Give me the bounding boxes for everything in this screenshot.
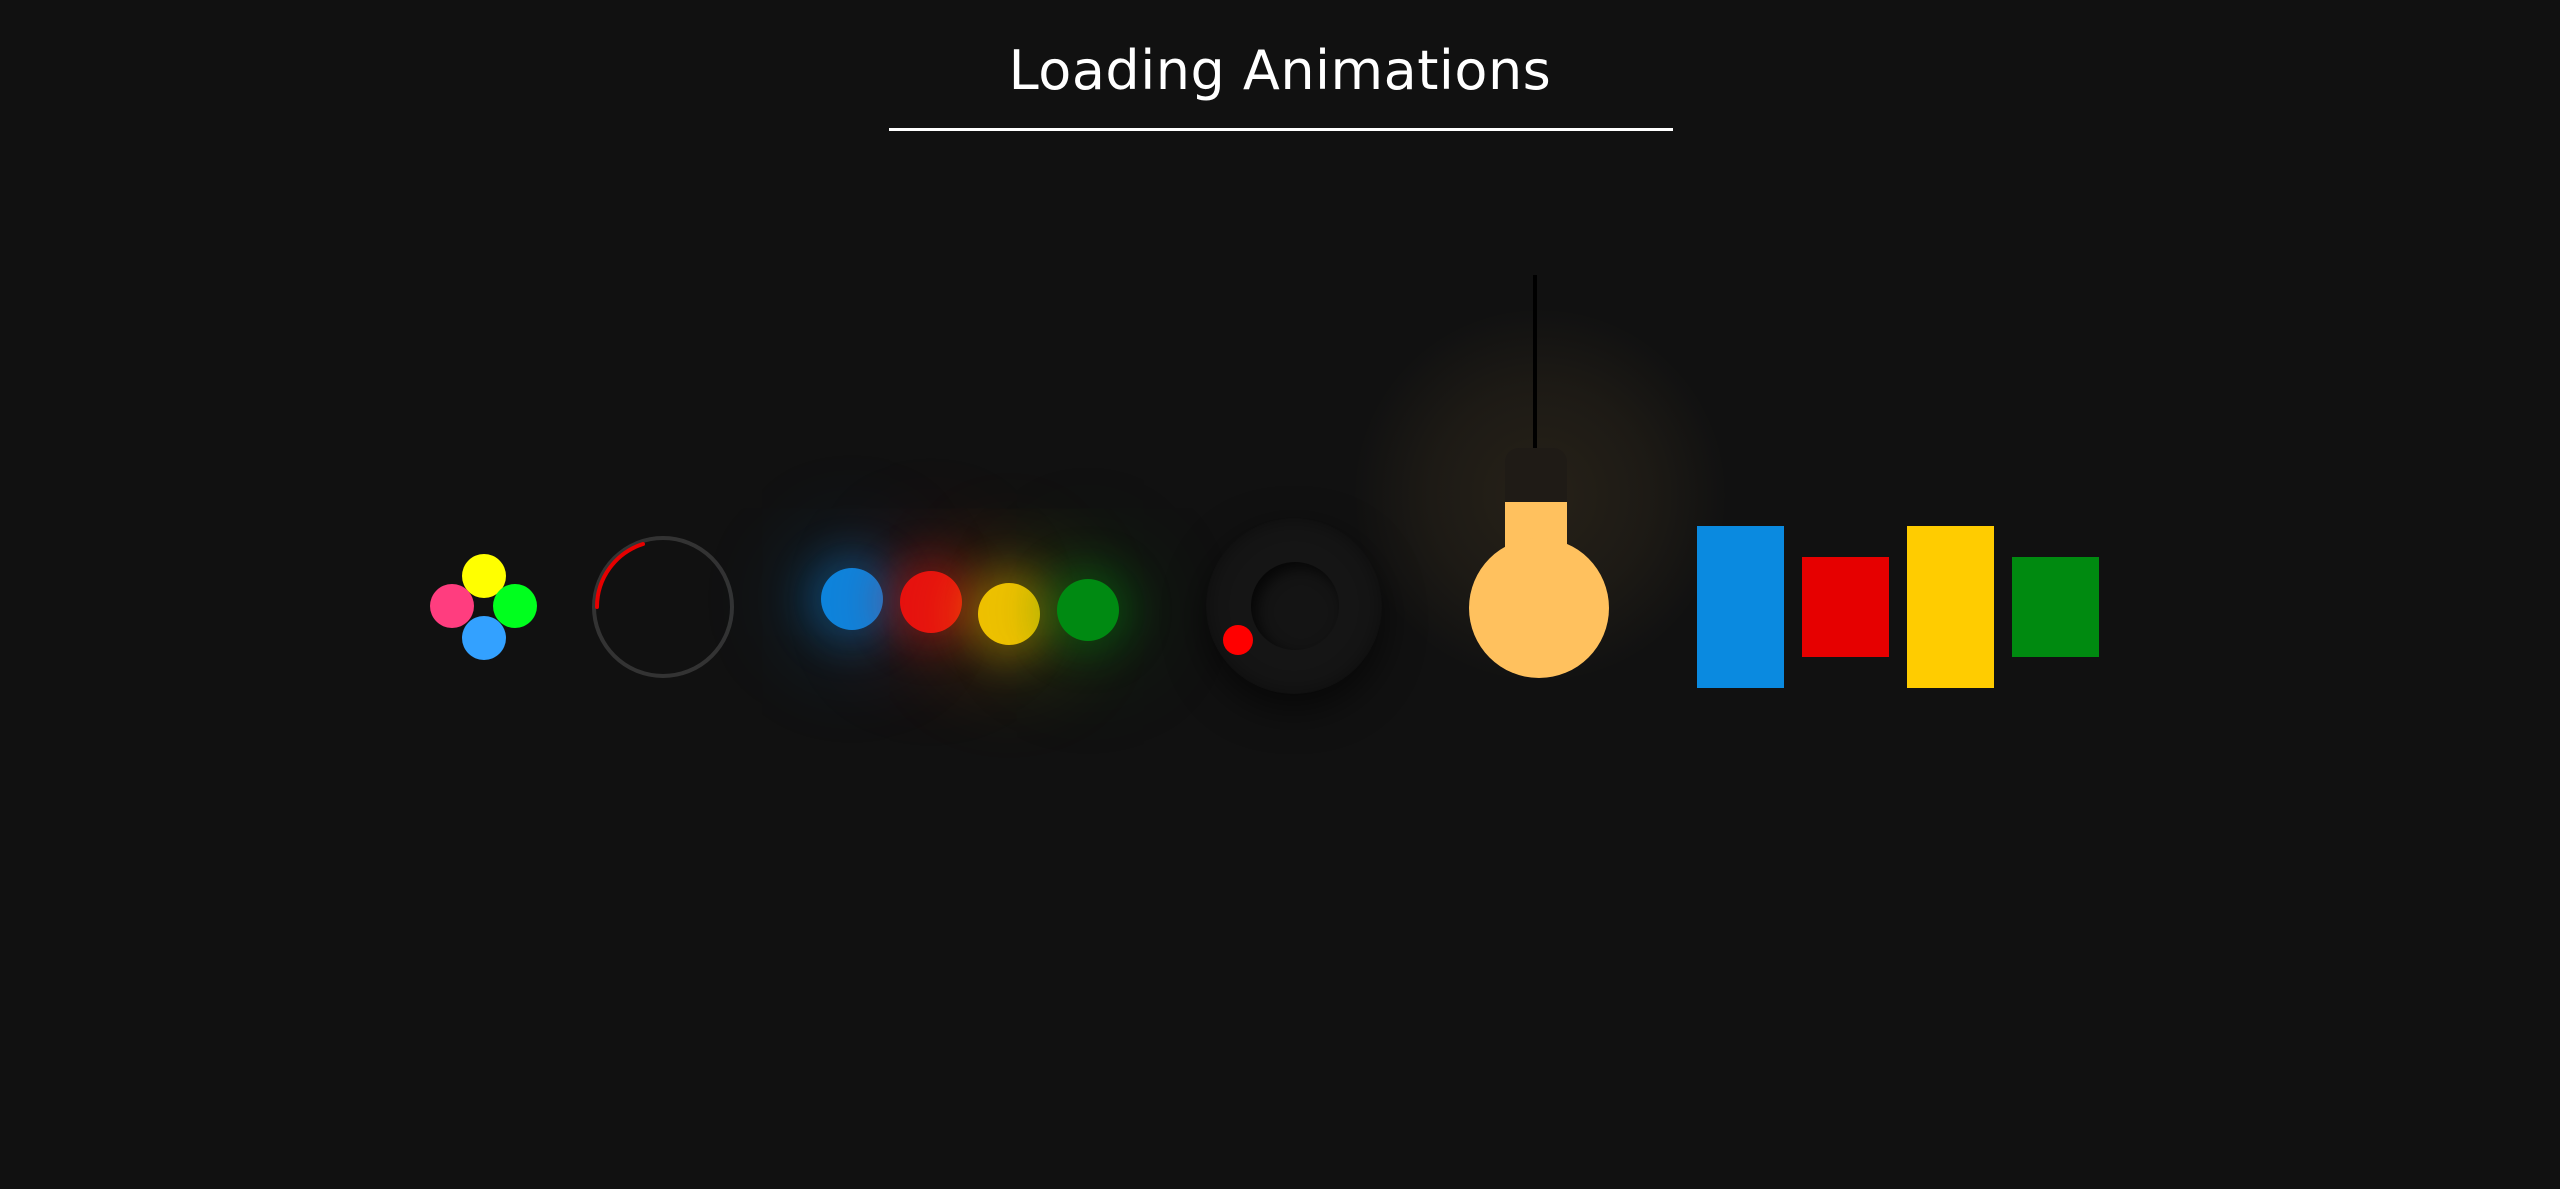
title-underline bbox=[889, 128, 1673, 131]
cluster-dot-right bbox=[493, 584, 537, 628]
bulb-cap bbox=[1505, 448, 1567, 504]
cluster-dot-left bbox=[430, 584, 474, 628]
bulb-body bbox=[1469, 538, 1609, 678]
orbit-dot bbox=[1223, 625, 1253, 655]
orbit-inner-hole bbox=[1251, 562, 1339, 650]
glow-dot-yellow bbox=[978, 583, 1040, 645]
glow-dot-blue bbox=[821, 568, 883, 630]
glow-dot-green bbox=[1057, 579, 1119, 641]
spinner-arc bbox=[594, 542, 645, 609]
bulb-wire bbox=[1533, 275, 1537, 450]
page-title: Loading Animations bbox=[1008, 39, 1552, 102]
bar-green bbox=[2012, 557, 2099, 657]
bar-blue bbox=[1697, 526, 1784, 688]
glow-dot-red bbox=[900, 571, 962, 633]
bar-yellow bbox=[1907, 526, 1994, 688]
loading-animations-page: Loading Animations bbox=[0, 0, 2560, 1189]
bar-red bbox=[1802, 557, 1889, 657]
cluster-dot-bottom bbox=[462, 616, 506, 660]
